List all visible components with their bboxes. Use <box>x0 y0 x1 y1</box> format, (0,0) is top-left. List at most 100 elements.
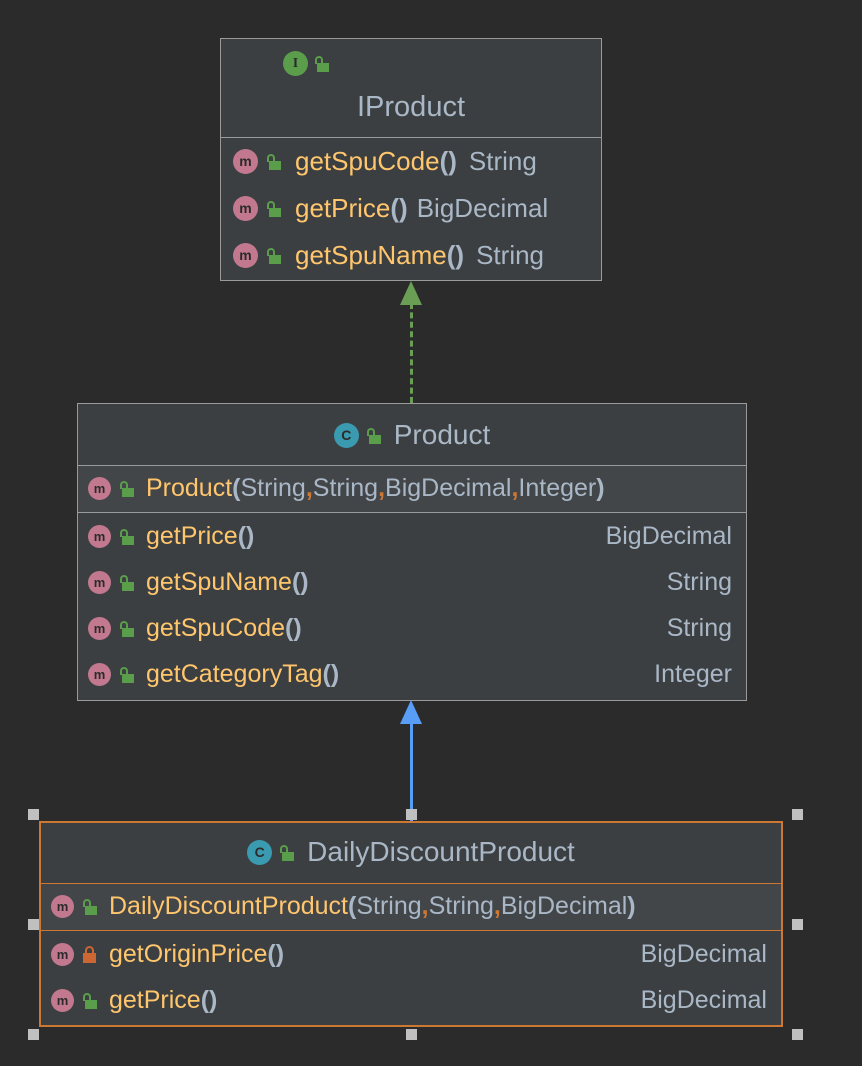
constructor-name: DailyDiscountProduct <box>109 892 348 921</box>
unlocked-lock-icon <box>366 427 381 444</box>
open-paren: ( <box>348 892 356 921</box>
method-icon: m <box>88 663 111 686</box>
selection-handle-bottom-left[interactable] <box>28 1029 39 1040</box>
constructor-name: Product <box>146 474 232 503</box>
member-row[interactable]: m getPrice() BigDecimal <box>41 977 781 1023</box>
method-name: getPrice <box>109 986 201 1014</box>
member-row[interactable]: m getOriginPrice() BigDecimal <box>41 931 781 977</box>
param-type: BigDecimal <box>385 474 511 503</box>
product-methods-compartment: m getPrice() BigDecimal m <box>78 512 746 700</box>
return-type: String <box>667 568 732 597</box>
method-parens: () <box>267 940 284 968</box>
param-type: BigDecimal <box>501 892 627 921</box>
open-paren: ( <box>232 474 240 503</box>
param-type: String <box>356 892 421 921</box>
param-separator: , <box>306 474 313 503</box>
selection-handle-middle-right[interactable] <box>792 919 803 930</box>
method-name: getSpuName <box>146 568 292 596</box>
selection-handle-top-left[interactable] <box>28 809 39 820</box>
method-name: getPrice <box>146 522 238 550</box>
unlocked-lock-icon <box>279 844 294 861</box>
return-type: BigDecimal <box>606 522 732 551</box>
realization-connector[interactable] <box>400 281 424 403</box>
product-title: Product <box>394 419 491 451</box>
inheritance-arrowhead <box>400 700 422 724</box>
selection-handle-middle-left[interactable] <box>28 919 39 930</box>
method-icon: m <box>51 989 74 1012</box>
uml-class-dailydiscountproduct[interactable]: C DailyDiscountProduct m Da <box>39 821 783 1027</box>
unlocked-lock-icon <box>82 898 97 915</box>
realization-arrowhead <box>400 281 422 305</box>
method-parens: () <box>285 614 302 642</box>
return-type: String <box>469 146 537 177</box>
member-row[interactable]: m getSpuCode() String <box>221 138 601 185</box>
selection-handle-top-center[interactable] <box>406 809 417 820</box>
unlocked-lock-icon <box>119 574 134 591</box>
param-type: String <box>429 892 494 921</box>
method-name: getOriginPrice <box>109 940 267 968</box>
member-row[interactable]: m getPrice() BigDecimal <box>221 185 601 232</box>
unlocked-lock-icon <box>119 620 134 637</box>
uml-diagram-canvas[interactable]: I IProduct m getSpuCode() <box>0 0 862 1066</box>
method-name: getSpuCode <box>295 146 440 177</box>
iproduct-title: IProduct <box>221 91 601 124</box>
method-name: getSpuCode <box>146 614 285 642</box>
method-parens: () <box>390 193 407 224</box>
uml-class-product[interactable]: C Product m Product(String, <box>77 403 747 701</box>
method-name: getPrice <box>295 193 390 224</box>
member-row[interactable]: m DailyDiscountProduct(String, String, B… <box>41 884 781 929</box>
param-type: Integer <box>518 474 596 503</box>
return-type: String <box>476 240 544 271</box>
param-separator: , <box>511 474 518 503</box>
dailydiscountproduct-methods-compartment: m getOriginPrice() BigDecimal m <box>41 930 781 1025</box>
inheritance-connector[interactable] <box>400 700 424 822</box>
inheritance-solid-line <box>410 722 413 822</box>
return-type: Integer <box>654 660 732 689</box>
method-parens: () <box>440 146 457 177</box>
unlocked-lock-icon <box>119 480 134 497</box>
close-paren: ) <box>596 474 604 503</box>
method-icon: m <box>51 943 74 966</box>
return-type: BigDecimal <box>417 193 549 224</box>
param-separator: , <box>378 474 385 503</box>
return-type: BigDecimal <box>641 986 767 1015</box>
member-row[interactable]: m getPrice() BigDecimal <box>78 513 746 559</box>
uml-class-iproduct[interactable]: I IProduct m getSpuCode() <box>220 38 602 281</box>
method-icon: m <box>233 149 258 174</box>
selection-handle-bottom-center[interactable] <box>406 1029 417 1040</box>
selection-handle-bottom-right[interactable] <box>792 1029 803 1040</box>
method-parens: () <box>447 240 464 271</box>
iproduct-header: I IProduct <box>221 39 601 138</box>
method-name: getCategoryTag <box>146 660 323 688</box>
method-icon: m <box>233 196 258 221</box>
member-row[interactable]: m getCategoryTag() Integer <box>78 651 746 697</box>
param-type: String <box>313 474 378 503</box>
product-header: C Product <box>78 404 746 466</box>
method-icon: m <box>88 477 111 500</box>
close-paren: ) <box>627 892 635 921</box>
iproduct-methods-compartment: m getSpuCode() String m <box>221 138 601 280</box>
method-icon: m <box>88 525 111 548</box>
dailydiscountproduct-header: C DailyDiscountProduct <box>41 823 781 884</box>
member-row[interactable]: m getSpuName() String <box>78 559 746 605</box>
unlocked-lock-icon <box>266 200 281 217</box>
unlocked-lock-icon <box>119 666 134 683</box>
dailydiscountproduct-title: DailyDiscountProduct <box>307 836 575 868</box>
unlocked-lock-icon <box>82 992 97 1009</box>
method-icon: m <box>88 571 111 594</box>
member-row[interactable]: m getSpuName() String <box>221 232 601 279</box>
dailydiscountproduct-constructor-compartment: m DailyDiscountProduct(String, String, B… <box>41 884 781 930</box>
unlocked-lock-icon <box>314 55 329 72</box>
class-icon: C <box>334 423 359 448</box>
param-type: String <box>241 474 306 503</box>
unlocked-lock-icon <box>119 528 134 545</box>
unlocked-lock-icon <box>266 153 281 170</box>
selection-handle-top-right[interactable] <box>792 809 803 820</box>
method-icon: m <box>88 617 111 640</box>
method-parens: () <box>292 568 309 596</box>
param-separator: , <box>422 892 429 921</box>
interface-icon: I <box>283 51 308 76</box>
member-row[interactable]: m getSpuCode() String <box>78 605 746 651</box>
method-parens: () <box>238 522 255 550</box>
member-row[interactable]: m Product(String, String, BigDecimal, In… <box>78 466 746 511</box>
